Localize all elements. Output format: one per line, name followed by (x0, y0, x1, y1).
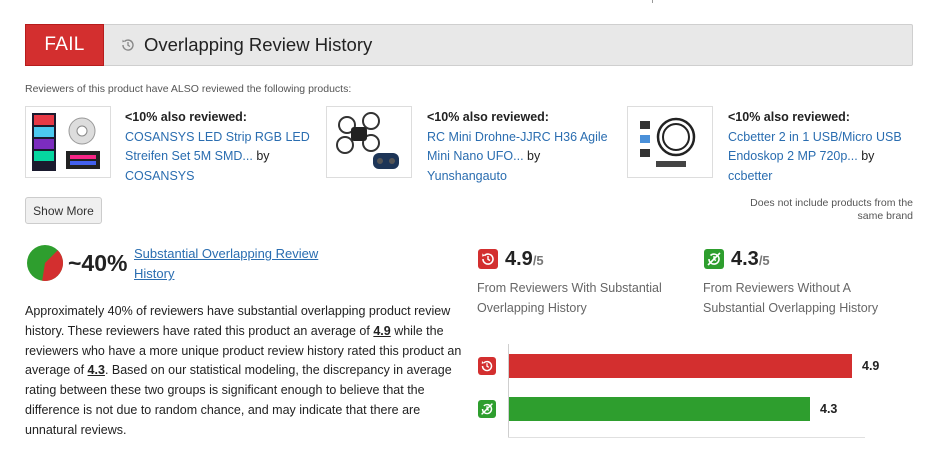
product-info-2: <10% also reviewed: RC Mini Drohne-JJRC … (427, 108, 627, 186)
product-thumbnail-endoscope[interactable] (627, 106, 713, 178)
score-value: 4.3 (731, 248, 759, 270)
product-info-1: <10% also reviewed: COSANSYS LED Strip R… (125, 108, 325, 186)
top-edge-mark (652, 0, 653, 3)
product-link[interactable]: Ccbetter 2 in 1 USB/Micro USB Endoskop 2… (728, 130, 902, 164)
intro-text: Reviewers of this product have ALSO revi… (25, 83, 352, 95)
product-thumbnail-led-strip[interactable] (25, 106, 111, 178)
page-title: Overlapping Review History (144, 34, 373, 55)
no-history-icon (478, 400, 496, 418)
overlap-percent: ~40% (68, 250, 128, 276)
rating-bar (509, 354, 852, 378)
fail-badge: FAIL (25, 24, 104, 66)
rating-bar-value: 4.3 (820, 402, 838, 416)
product-info-3: <10% also reviewed: Ccbetter 2 in 1 USB/… (728, 108, 928, 186)
score-without-overlap-label: From Reviewers Without A Substantial Ove… (703, 281, 879, 315)
score-without-overlap: 4.3/5 (731, 248, 770, 271)
score-with-overlap-label: From Reviewers With Substantial Overlapp… (477, 281, 662, 315)
also-reviewed-label: <10% also reviewed: (427, 110, 549, 124)
by-label: by (861, 149, 875, 163)
description-text: Approximately 40% of reviewers have subs… (25, 302, 471, 441)
brand-link[interactable]: Yunshangauto (427, 169, 507, 183)
by-label: by (527, 149, 541, 163)
score-value: 4.9 (505, 248, 533, 270)
product-link[interactable]: RC Mini Drohne-JJRC H36 Agile Mini Nano … (427, 130, 608, 164)
description-value-2: 4.3 (87, 363, 105, 378)
score-denominator: /5 (532, 253, 544, 268)
by-label: by (256, 149, 270, 163)
score-denominator: /5 (758, 253, 770, 268)
also-reviewed-label: <10% also reviewed: (125, 110, 247, 124)
also-reviewed-label: <10% also reviewed: (728, 110, 850, 124)
rating-bar-value: 4.9 (862, 359, 880, 373)
history-icon (478, 357, 496, 375)
description-value-1: 4.9 (373, 323, 391, 338)
rating-bar (509, 397, 810, 421)
brand-link[interactable]: COSANSYS (125, 169, 194, 183)
brand-link[interactable]: ccbetter (728, 169, 772, 183)
product-link[interactable]: COSANSYS LED Strip RGB LED Streifen Set … (125, 130, 310, 164)
product-thumbnail-drone[interactable] (326, 106, 412, 178)
history-icon (478, 249, 498, 269)
overlap-pie-chart (27, 245, 63, 281)
overlap-label-link[interactable]: Substantial Overlapping Review History (134, 244, 334, 284)
chart-baseline (508, 437, 865, 438)
score-with-overlap: 4.9/5 (505, 248, 544, 271)
same-brand-note: Does not include products from the same … (750, 197, 913, 222)
history-icon (122, 39, 134, 51)
no-history-icon (704, 249, 724, 269)
show-more-button[interactable]: Show More (25, 197, 102, 224)
